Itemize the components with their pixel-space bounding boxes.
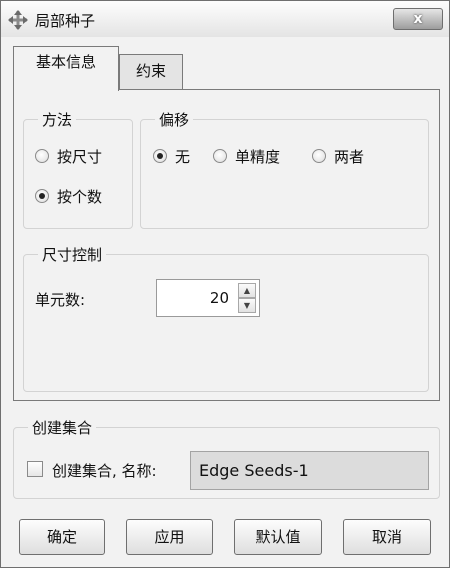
cancel-button[interactable]: 取消 xyxy=(343,519,431,555)
apply-button[interactable]: 应用 xyxy=(126,519,213,555)
radio-bias-none[interactable]: 无 xyxy=(153,145,190,167)
radio-bias-single[interactable]: 单精度 xyxy=(213,145,280,167)
app-icon xyxy=(8,10,28,30)
size-control-legend: 尺寸控制 xyxy=(38,244,107,265)
arrow-down-icon: ▼ xyxy=(243,301,251,310)
ok-button-label: 确定 xyxy=(46,528,77,546)
radio-bias-single-label: 单精度 xyxy=(235,147,281,166)
tab-basic-info[interactable]: 基本信息 xyxy=(13,46,119,91)
tab-constraints[interactable]: 约束 xyxy=(119,54,183,92)
radio-by-size-label: 按尺寸 xyxy=(57,147,103,166)
radio-bias-both-label: 两者 xyxy=(334,147,365,166)
apply-button-label: 应用 xyxy=(154,528,185,546)
element-count-value: 20 xyxy=(209,289,229,307)
create-set-checkbox[interactable] xyxy=(27,461,43,477)
title-bar[interactable]: 局部种子 x xyxy=(1,1,449,37)
radio-by-size[interactable]: 按尺寸 xyxy=(35,145,102,167)
tab-constraints-label: 约束 xyxy=(135,62,166,80)
local-seeds-dialog: 局部种子 x 基本信息 约束 方法 按尺寸 按个数 偏移 无 单精度 两者 尺寸… xyxy=(0,0,450,568)
arrow-up-icon: ▲ xyxy=(243,286,251,295)
create-set-legend: 创建集合 xyxy=(28,417,97,438)
element-count-label: 单元数: xyxy=(35,291,86,309)
bias-legend: 偏移 xyxy=(155,109,194,130)
ok-button[interactable]: 确定 xyxy=(19,519,105,555)
set-name-field[interactable]: Edge Seeds-1 xyxy=(190,451,429,490)
radio-bias-both-indicator[interactable] xyxy=(312,149,326,163)
method-group: 方法 xyxy=(23,109,133,229)
spin-up-button[interactable]: ▲ xyxy=(238,283,256,298)
radio-bias-both[interactable]: 两者 xyxy=(312,145,364,167)
create-set-checkbox-label: 创建集合, 名称: xyxy=(52,462,157,480)
method-legend: 方法 xyxy=(38,109,77,130)
tab-basic-info-label: 基本信息 xyxy=(35,53,96,71)
bias-group: 偏移 xyxy=(140,109,429,229)
radio-by-number-label: 按个数 xyxy=(57,187,103,206)
cancel-button-label: 取消 xyxy=(371,528,402,546)
radio-by-size-indicator[interactable] xyxy=(35,149,49,163)
defaults-button[interactable]: 默认值 xyxy=(234,519,322,555)
radio-by-number-indicator[interactable] xyxy=(35,189,49,203)
defaults-button-label: 默认值 xyxy=(255,528,301,546)
radio-bias-none-label: 无 xyxy=(175,147,191,166)
close-button[interactable]: x xyxy=(393,8,443,30)
spin-down-button[interactable]: ▼ xyxy=(238,298,256,313)
radio-bias-none-indicator[interactable] xyxy=(153,149,167,163)
radio-bias-single-indicator[interactable] xyxy=(213,149,227,163)
window-title: 局部种子 xyxy=(35,12,96,30)
close-icon: x xyxy=(413,11,423,27)
size-control-group: 尺寸控制 xyxy=(23,244,429,392)
element-count-spinbox[interactable]: 20 ▲ ▼ xyxy=(156,279,260,317)
radio-by-number[interactable]: 按个数 xyxy=(35,185,102,207)
